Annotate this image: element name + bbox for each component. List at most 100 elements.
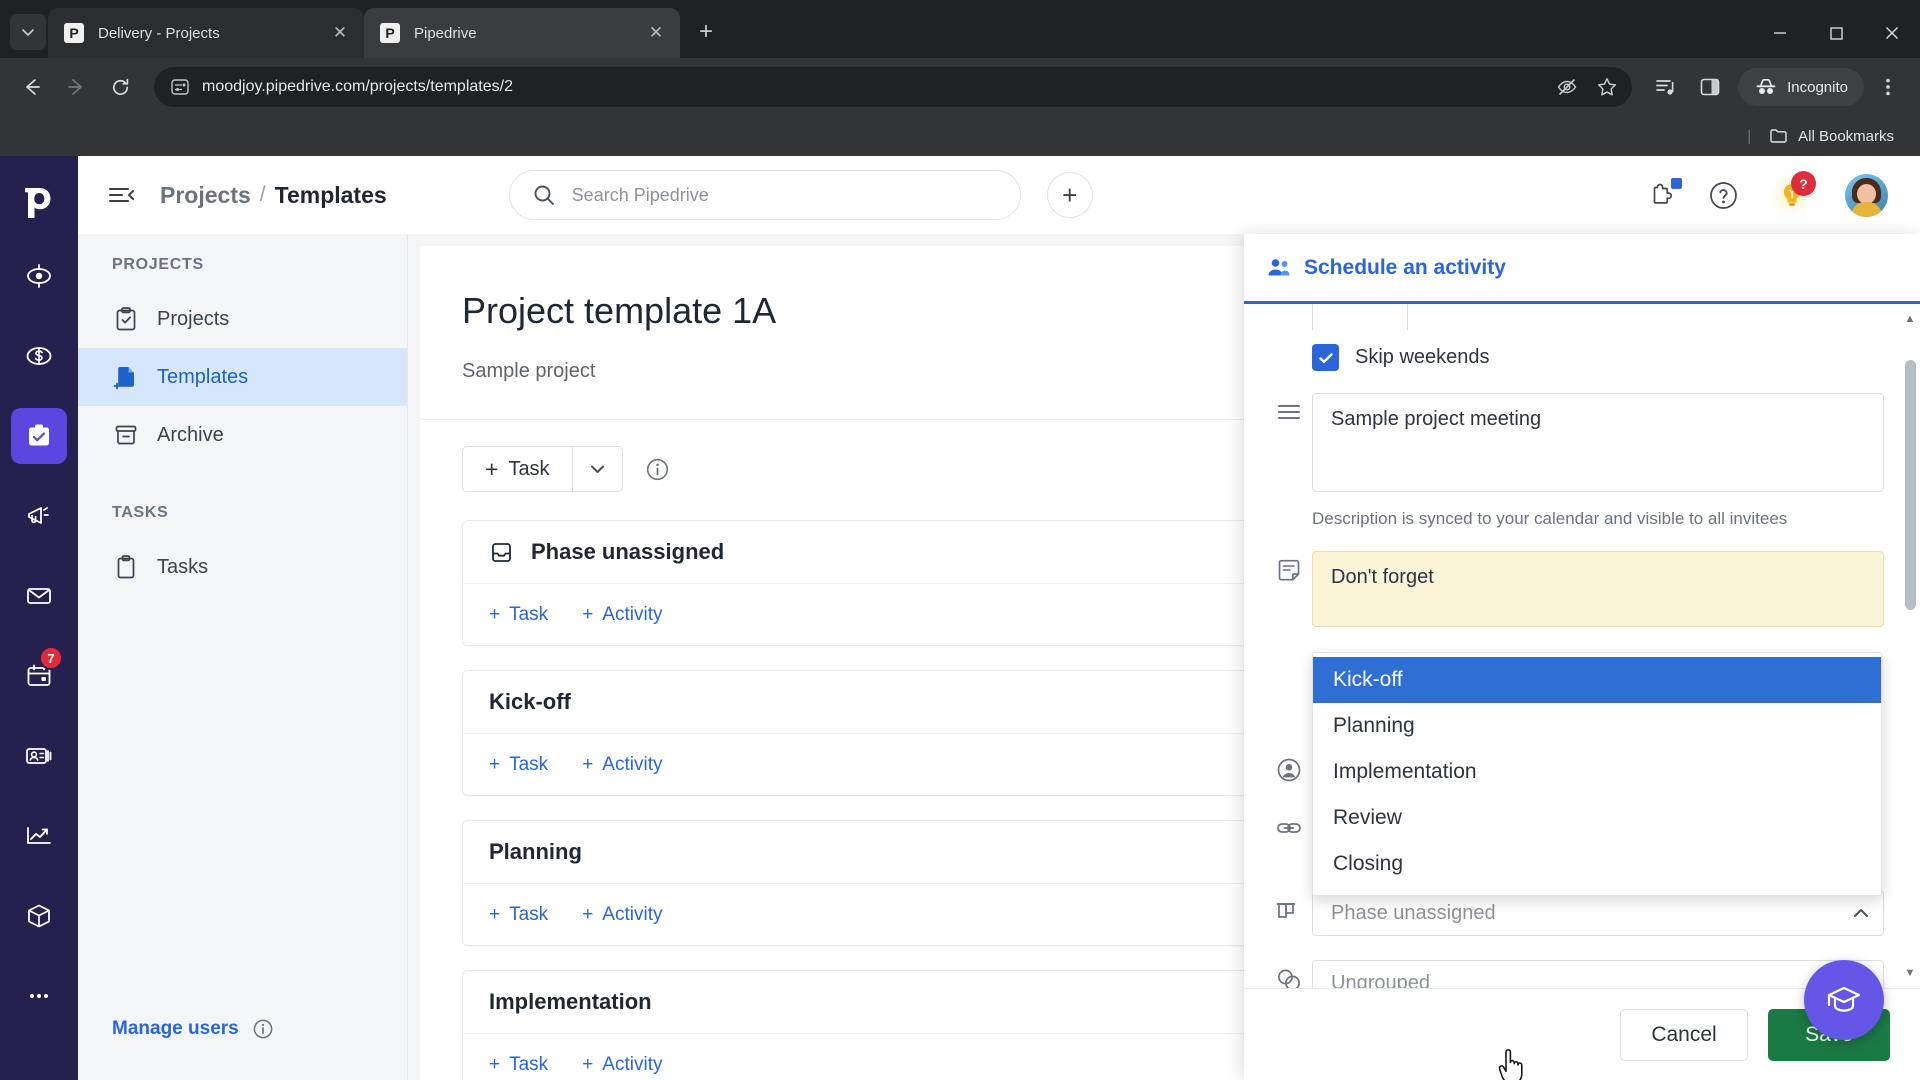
skip-weekends-row[interactable]: Skip weekends (1244, 330, 1920, 371)
phase-header[interactable]: Implementation (463, 971, 1321, 1033)
avatar[interactable] (1845, 173, 1888, 217)
note-textarea[interactable] (1312, 551, 1884, 627)
note-row (1244, 551, 1920, 632)
scrollbar-thumb[interactable] (1905, 360, 1916, 610)
sidebar-item-leads[interactable] (11, 248, 67, 304)
dropdown-option-implementation[interactable]: Implementation (1313, 749, 1881, 795)
sidebar-item-templates[interactable]: Templates (78, 348, 407, 406)
incognito-indicator[interactable]: Incognito (1738, 68, 1864, 106)
add-task-link[interactable]: + Task (489, 904, 548, 926)
sidebar-item-deals[interactable] (11, 328, 67, 384)
add-task-link[interactable]: + Task (489, 754, 548, 776)
manage-users-link[interactable]: Manage users (112, 1018, 239, 1040)
sidebar-group-tasks: TASKS (112, 504, 169, 521)
add-task-caret-button[interactable] (571, 447, 622, 491)
info-icon[interactable] (252, 1018, 274, 1040)
sidebar-item-projects-link[interactable]: Projects (78, 290, 407, 348)
recurrence-row-clipped (1244, 304, 1920, 330)
inbox-icon (492, 542, 511, 562)
tips-bulb-icon[interactable]: ? (1769, 171, 1816, 218)
modal-tab-bar: Schedule an activity (1244, 234, 1920, 304)
add-button[interactable]: + (1046, 172, 1093, 218)
add-activity-link-label: Activity (602, 903, 663, 925)
reading-list-icon[interactable] (1646, 67, 1686, 107)
sidebar-item-more[interactable] (11, 968, 67, 1024)
add-activity-link-label: Activity (602, 603, 663, 625)
add-activity-link[interactable]: + Activity (582, 754, 662, 776)
toolbar-info-icon[interactable] (645, 457, 670, 482)
tab-schedule-an-activity[interactable]: Schedule an activity (1266, 255, 1506, 281)
back-icon[interactable] (12, 67, 52, 107)
phase-header[interactable]: Phase unassigned (463, 521, 1321, 583)
search-input[interactable]: Search Pipedrive (508, 170, 1021, 220)
marketplace-icon[interactable] (1648, 178, 1682, 210)
add-activity-link[interactable]: + Activity (582, 604, 662, 626)
chrome-menu-icon[interactable] (1868, 67, 1908, 107)
sidebar-item-campaigns[interactable] (11, 488, 67, 544)
browser-tab-2[interactable]: P Pipedrive ✕ (364, 8, 680, 58)
app-body: PROJECTS Projects Templates Archive TASK… (78, 234, 1920, 1080)
sidebar-item-mail[interactable] (11, 568, 67, 624)
minimize-icon[interactable] (1752, 8, 1808, 58)
star-icon[interactable] (1596, 76, 1618, 98)
breadcrumb-projects[interactable]: Projects (160, 182, 251, 209)
scroll-down-icon[interactable]: ▼ (1904, 966, 1916, 980)
add-task-link[interactable]: + Task (489, 604, 548, 626)
participants-icon (1266, 750, 1312, 784)
bookmarks-bar: | All Bookmarks (0, 116, 1920, 156)
sidebar-item-archive[interactable]: Archive (78, 406, 407, 464)
phase-header[interactable]: Kick-off (463, 671, 1321, 733)
dropdown-option-closing[interactable]: Closing (1313, 841, 1881, 887)
avatar-body (1851, 201, 1882, 217)
app-area: Projects / Templates Search Pipedrive + (78, 156, 1920, 1080)
phase-row: Phase unassigned (1244, 890, 1920, 936)
description-textarea[interactable] (1312, 393, 1884, 492)
modal-scrollbar[interactable]: ▲ ▼ (1904, 312, 1916, 980)
collapse-menu-icon[interactable] (104, 178, 138, 212)
add-task-button[interactable]: + Task (463, 447, 572, 491)
sidebar-item-tasks[interactable]: Tasks (78, 538, 407, 596)
phase-select[interactable]: Phase unassigned (1312, 890, 1884, 936)
header-actions: ? (1648, 171, 1894, 218)
sidebar-item-activities[interactable]: 7 (11, 646, 67, 704)
tab-strip: P Delivery - Projects ✕ P Pipedrive ✕ + (0, 0, 1920, 58)
side-panel-icon[interactable] (1690, 67, 1730, 107)
sidebar-item-contacts[interactable] (11, 728, 67, 784)
group-select[interactable]: Ungrouped (1312, 960, 1884, 988)
graduation-cap-icon[interactable] (1804, 960, 1884, 1040)
tab-title: Pipedrive (414, 24, 477, 42)
sidebar-item-insights[interactable] (11, 808, 67, 864)
add-task-link-label: Task (509, 753, 549, 775)
add-activity-link[interactable]: + Activity (582, 1054, 662, 1076)
tab-search-button[interactable] (10, 14, 46, 50)
dropdown-option-planning[interactable]: Planning (1313, 703, 1881, 749)
tab-close-icon[interactable]: ✕ (642, 19, 670, 47)
cancel-button[interactable]: Cancel (1620, 1008, 1748, 1061)
eye-off-icon[interactable] (1556, 76, 1578, 98)
new-tab-button[interactable]: + (688, 14, 724, 50)
all-bookmarks-button[interactable]: All Bookmarks (1761, 123, 1902, 149)
close-window-icon[interactable] (1864, 8, 1920, 58)
help-icon[interactable] (1708, 180, 1739, 211)
skip-weekends-checkbox[interactable] (1312, 344, 1339, 371)
forward-icon[interactable] (56, 67, 96, 107)
add-activity-link[interactable]: + Activity (582, 904, 662, 926)
phase-name: Phase unassigned (531, 539, 725, 564)
phase-header[interactable]: Planning (463, 821, 1321, 883)
dropdown-option-kick-off[interactable]: Kick-off (1313, 657, 1881, 703)
add-task-link[interactable]: + Task (489, 1054, 548, 1076)
scroll-up-icon[interactable]: ▲ (1904, 312, 1916, 326)
sidebar-item-projects[interactable] (11, 408, 67, 464)
dropdown-option-review[interactable]: Review (1313, 795, 1881, 841)
sidebar-group-projects: PROJECTS (112, 256, 204, 273)
pipedrive-logo-icon[interactable] (13, 176, 65, 228)
address-bar[interactable]: moodjoy.pipedrive.com/projects/templates… (154, 67, 1633, 107)
reload-icon[interactable] (100, 67, 140, 107)
browser-tab-1[interactable]: P Delivery - Projects ✕ (48, 8, 364, 58)
maximize-icon[interactable] (1808, 8, 1864, 58)
sidebar-item-products[interactable] (11, 888, 67, 944)
tab-close-icon[interactable]: ✕ (326, 19, 354, 47)
modal-body: Skip weekends Description is synced to y… (1244, 304, 1920, 988)
site-settings-icon[interactable] (170, 77, 190, 97)
recurrence-input[interactable] (1312, 304, 1408, 330)
